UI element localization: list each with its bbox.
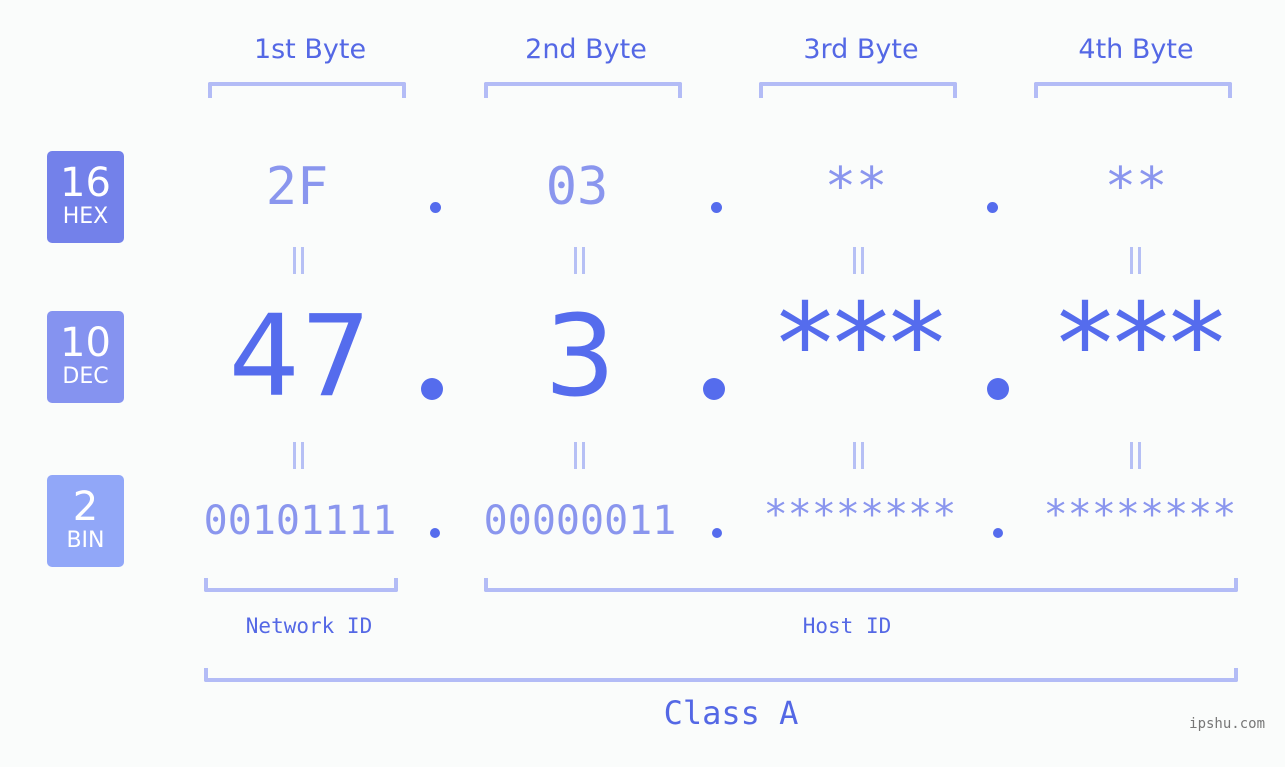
hex-dot-2 [711, 202, 722, 213]
hex-dot-3 [987, 202, 998, 213]
bin-byte-2: 00000011 [483, 498, 677, 544]
dec-dot-1 [421, 378, 443, 400]
equals-icon [850, 442, 866, 469]
hex-dot-1 [430, 202, 441, 213]
dec-badge: 10 DEC [47, 311, 124, 403]
dec-dot-3 [987, 378, 1009, 400]
dec-byte-4: *** [1057, 280, 1225, 410]
bin-badge-label: BIN [66, 528, 105, 553]
class-label: Class A [663, 694, 799, 732]
byte-bracket-2 [484, 82, 682, 98]
hex-byte-1: 2F [265, 157, 329, 217]
equals-icon [290, 442, 306, 469]
equals-icon [571, 247, 587, 274]
dec-badge-label: DEC [62, 364, 109, 389]
byte-bracket-3 [759, 82, 957, 98]
bin-byte-3: ******** [763, 492, 957, 538]
bin-dot-2 [712, 528, 722, 538]
hex-byte-4: ** [1104, 157, 1168, 217]
equals-icon [290, 247, 306, 274]
dec-byte-2: 3 [544, 292, 616, 422]
equals-icon [1127, 247, 1143, 274]
network-id-label: Network ID [245, 614, 373, 638]
bin-byte-4: ******** [1043, 492, 1237, 538]
bin-dot-3 [993, 528, 1003, 538]
hex-badge: 16 HEX [47, 151, 124, 243]
bin-badge-number: 2 [72, 484, 99, 530]
dec-dot-2 [703, 378, 725, 400]
class-bracket [204, 668, 1238, 682]
hex-badge-label: HEX [62, 204, 109, 229]
watermark: ipshu.com [1189, 716, 1265, 732]
network-id-bracket [204, 578, 398, 592]
byte-header-2: 2nd Byte [525, 34, 647, 65]
byte-header-3: 3rd Byte [803, 34, 919, 65]
bin-badge: 2 BIN [47, 475, 124, 567]
byte-header-4: 4th Byte [1078, 34, 1194, 65]
equals-icon [850, 247, 866, 274]
equals-icon [1127, 442, 1143, 469]
host-id-label: Host ID [802, 614, 892, 638]
hex-byte-3: ** [824, 157, 888, 217]
byte-bracket-1 [208, 82, 406, 98]
dec-byte-3: *** [777, 280, 945, 410]
dec-badge-number: 10 [60, 320, 111, 366]
host-id-bracket [484, 578, 1238, 592]
byte-header-1: 1st Byte [253, 34, 367, 65]
dec-byte-1: 47 [228, 292, 372, 422]
hex-badge-number: 16 [60, 160, 111, 206]
hex-byte-2: 03 [545, 157, 609, 217]
bin-dot-1 [430, 528, 440, 538]
equals-icon [571, 442, 587, 469]
byte-bracket-4 [1034, 82, 1232, 98]
bin-byte-1: 00101111 [203, 498, 397, 544]
